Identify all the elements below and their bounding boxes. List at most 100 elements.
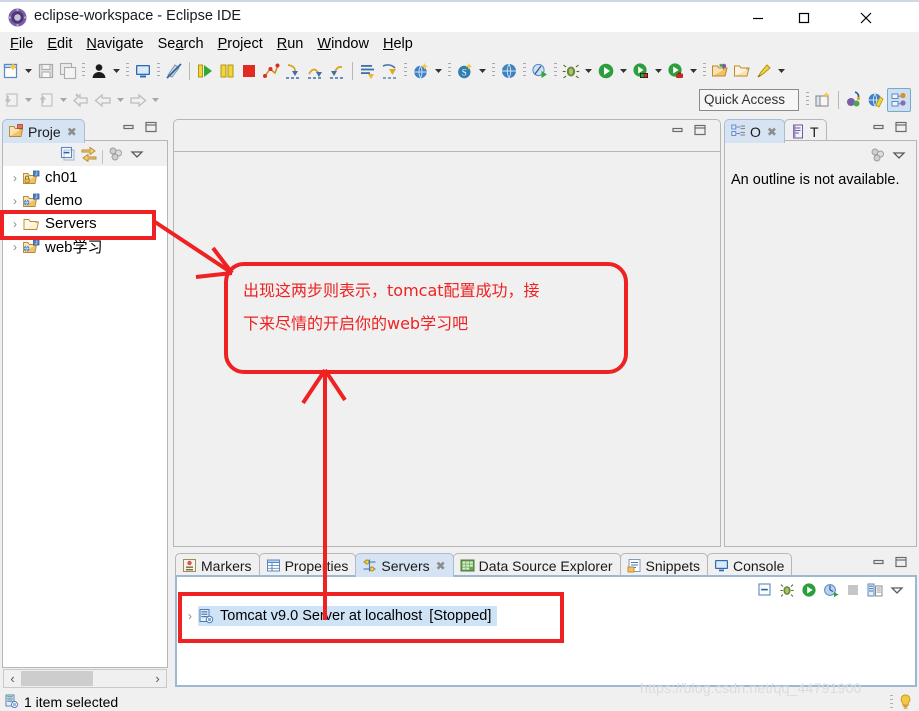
collapse-all-icon[interactable] [757, 582, 773, 603]
step-over-icon[interactable] [304, 59, 326, 83]
menu-window[interactable]: Window [310, 35, 376, 53]
collapse-all-icon[interactable] [60, 146, 76, 167]
scrollbar-thumb[interactable] [21, 671, 93, 686]
tab-properties[interactable]: Properties [259, 553, 357, 577]
project-explorer-hscrollbar[interactable]: ‹ › [3, 669, 167, 688]
maximize-window-button[interactable] [781, 2, 827, 34]
toggle-markers-icon[interactable] [163, 59, 185, 83]
new-server-dropdown-arrow[interactable] [476, 59, 489, 83]
close-icon[interactable]: ✖ [436, 559, 446, 573]
last-edit-location-icon[interactable] [70, 88, 92, 112]
menu-run[interactable]: Run [270, 35, 311, 53]
terminal-icon[interactable] [132, 59, 154, 83]
terminate-icon[interactable] [238, 59, 260, 83]
minimize-icon[interactable] [671, 123, 685, 142]
expander-icon[interactable]: › [7, 217, 23, 231]
view-menu-filter-icon[interactable] [108, 146, 124, 167]
tab-servers[interactable]: Servers ✖ [355, 553, 453, 577]
export-icon[interactable] [35, 88, 57, 112]
minimize-icon[interactable] [872, 555, 886, 574]
new-web-project-icon[interactable] [410, 59, 432, 83]
run-validation-icon[interactable] [529, 59, 551, 83]
tab-snippets[interactable]: Snippets [620, 553, 708, 577]
view-menu-icon[interactable] [129, 146, 145, 167]
profile-dropdown-arrow[interactable] [687, 59, 700, 83]
server-list-item-tomcat[interactable]: › Tomcat v9.0 Server at localhost [Stopp… [182, 604, 497, 628]
publish-icon[interactable] [867, 582, 883, 603]
run-dropdown-arrow[interactable] [617, 59, 630, 83]
open-type-icon[interactable] [709, 59, 731, 83]
open-resource-icon[interactable] [731, 59, 753, 83]
expander-icon[interactable]: › [7, 240, 23, 254]
profile-icon[interactable] [665, 59, 687, 83]
minimize-icon[interactable] [872, 120, 886, 139]
open-perspective-icon[interactable] [812, 88, 834, 112]
export-dropdown-arrow[interactable] [57, 88, 70, 112]
debug-server-icon[interactable] [779, 582, 795, 603]
menu-navigate[interactable]: Navigate [79, 35, 150, 53]
tree-item-ch01[interactable]: › J ch01 [3, 166, 167, 189]
tab-project-explorer[interactable]: Proje ✖ [2, 119, 85, 143]
tab-data-source-explorer[interactable]: Data Source Explorer [453, 553, 621, 577]
open-task-icon[interactable] [357, 59, 379, 83]
next-annotation-icon[interactable] [379, 59, 401, 83]
run-as-dropdown-arrow[interactable] [652, 59, 665, 83]
save-icon[interactable] [35, 59, 57, 83]
tab-outline[interactable]: O ✖ [724, 119, 785, 143]
tab-console[interactable]: Console [707, 553, 792, 577]
new-wizard-dropdown-arrow[interactable] [22, 59, 35, 83]
maximize-icon[interactable] [894, 120, 908, 139]
run-icon[interactable] [595, 59, 617, 83]
scroll-right-arrow-icon[interactable]: › [149, 671, 166, 686]
resume-icon[interactable] [194, 59, 216, 83]
open-web-browser-icon[interactable] [498, 59, 520, 83]
menu-project[interactable]: Project [211, 35, 270, 53]
back-dropdown-arrow[interactable] [114, 88, 127, 112]
save-all-icon[interactable] [57, 59, 79, 83]
tree-item-demo[interactable]: › J demo [3, 189, 167, 212]
close-window-button[interactable] [843, 2, 889, 34]
web-perspective-icon[interactable] [865, 88, 887, 112]
back-icon[interactable] [92, 88, 114, 112]
tree-item-web-study[interactable]: › J web学习 [3, 235, 167, 258]
debug-dropdown-arrow[interactable] [582, 59, 595, 83]
maximize-icon[interactable] [144, 120, 158, 139]
pin-editor-icon[interactable] [753, 59, 775, 83]
menu-file[interactable]: File [3, 35, 40, 53]
new-wizard-icon[interactable] [0, 59, 22, 83]
quick-access-input[interactable]: Quick Access [699, 89, 799, 111]
menu-edit[interactable]: Edit [40, 35, 79, 53]
forward-dropdown-arrow[interactable] [149, 88, 162, 112]
user-icon[interactable] [88, 59, 110, 83]
new-web-dropdown-arrow[interactable] [432, 59, 445, 83]
tree-item-servers[interactable]: › Servers [3, 212, 167, 235]
java-ee-perspective-icon[interactable] [843, 88, 865, 112]
menu-help[interactable]: Help [376, 35, 420, 53]
start-server-icon[interactable] [801, 582, 817, 603]
pin-dropdown-arrow[interactable] [775, 59, 788, 83]
user-dropdown-arrow[interactable] [110, 59, 123, 83]
profile-server-icon[interactable] [823, 582, 839, 603]
tab-markers[interactable]: Markers [175, 553, 260, 577]
step-return-icon[interactable] [326, 59, 348, 83]
debug-icon[interactable] [560, 59, 582, 83]
disconnect-icon[interactable] [260, 59, 282, 83]
forward-icon[interactable] [127, 88, 149, 112]
run-as-server-icon[interactable] [630, 59, 652, 83]
tip-icon[interactable] [898, 694, 913, 710]
java-perspective-icon[interactable] [887, 88, 911, 112]
close-icon[interactable]: ✖ [67, 125, 77, 139]
maximize-icon[interactable] [693, 123, 707, 142]
import-icon[interactable] [0, 88, 22, 112]
view-menu-icon[interactable] [889, 582, 905, 603]
expander-icon[interactable]: › [7, 194, 23, 208]
link-with-editor-icon[interactable] [81, 146, 97, 167]
scroll-left-arrow-icon[interactable]: ‹ [4, 671, 21, 686]
maximize-icon[interactable] [894, 555, 908, 574]
editor-empty-area[interactable] [173, 151, 721, 547]
step-into-icon[interactable] [282, 59, 304, 83]
suspend-icon[interactable] [216, 59, 238, 83]
menu-search[interactable]: Search [151, 35, 211, 53]
close-icon[interactable]: ✖ [767, 125, 777, 139]
import-dropdown-arrow[interactable] [22, 88, 35, 112]
